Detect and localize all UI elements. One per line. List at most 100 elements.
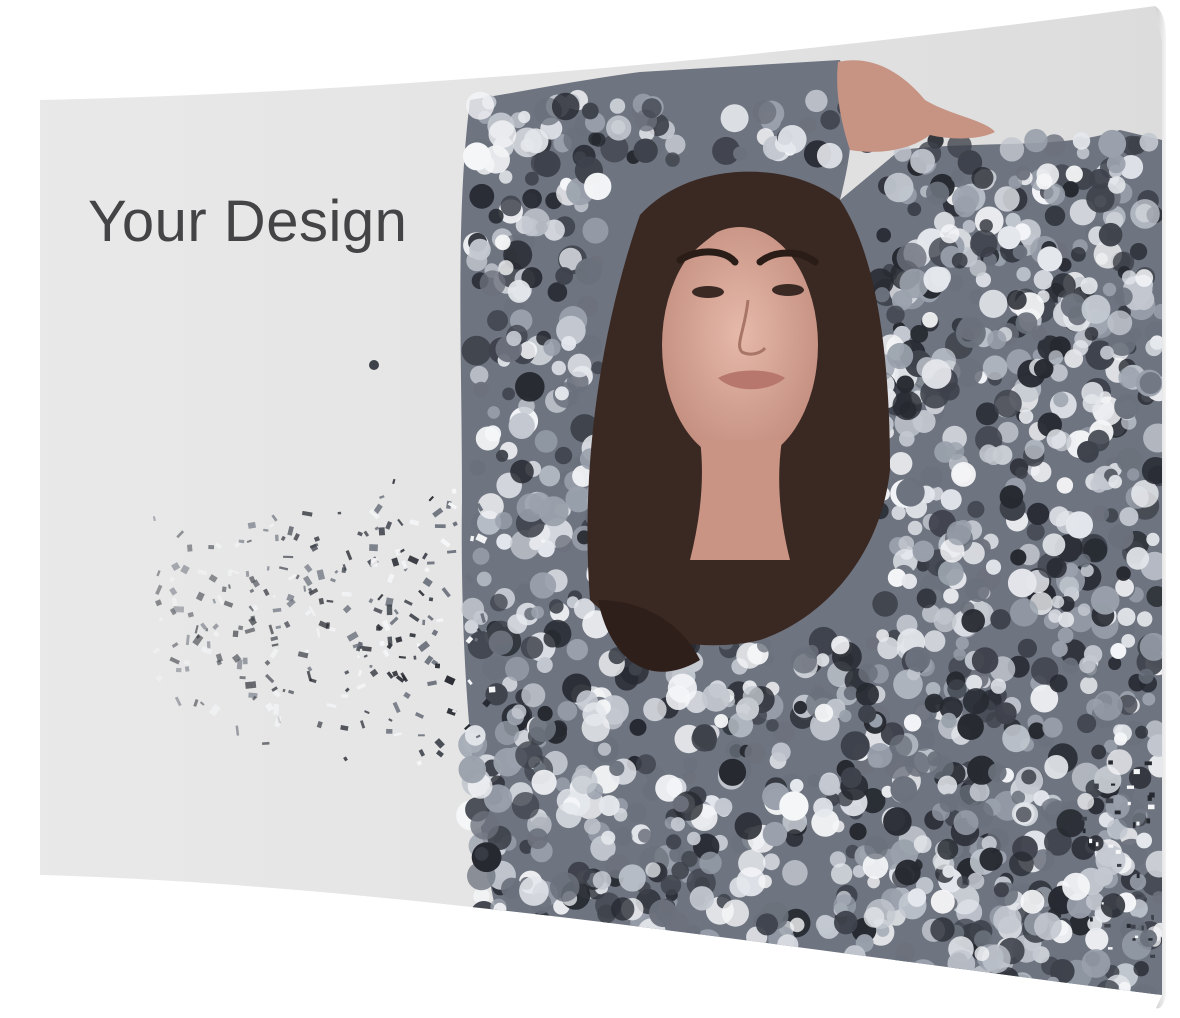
sequin: [1077, 713, 1097, 734]
sequin: [967, 872, 985, 890]
sequin: [1145, 850, 1162, 878]
sequin: [1072, 340, 1089, 356]
sequin: [758, 874, 772, 889]
confetti-piece: [417, 734, 425, 737]
sequin: [566, 638, 588, 661]
sequin: [763, 853, 780, 871]
sequin: [891, 970, 905, 984]
sequin: [831, 863, 853, 885]
sequin: [930, 917, 955, 942]
sequin: [525, 171, 539, 186]
sequin: [482, 655, 507, 681]
sequin: [905, 646, 931, 672]
sequin: [818, 774, 841, 796]
sequin: [524, 937, 548, 960]
sequin: [1015, 466, 1028, 479]
sequin: [519, 876, 549, 906]
sequin: [923, 978, 945, 995]
sequin: [1077, 553, 1091, 568]
confetti-piece: [436, 618, 444, 622]
sequin: [1018, 409, 1034, 424]
sequin: [971, 647, 999, 674]
sequin: [561, 336, 577, 351]
sequin: [1071, 247, 1086, 262]
sequin: [539, 922, 559, 942]
sequin: [1145, 338, 1162, 357]
sequin: [554, 446, 573, 465]
sequin: [1065, 511, 1094, 539]
confetti-piece: [1101, 902, 1104, 905]
confetti-piece: [386, 604, 393, 616]
sequin: [592, 871, 612, 890]
sequin: [487, 310, 509, 331]
sequin: [1016, 267, 1031, 282]
confetti-piece: [1135, 935, 1139, 939]
sequin: [962, 688, 990, 715]
sequin: [889, 734, 913, 758]
sequin: [1024, 439, 1045, 460]
confetti-piece: [341, 567, 347, 574]
sequin: [1077, 603, 1091, 616]
confetti-piece: [1131, 924, 1136, 929]
sequin: [665, 134, 686, 155]
sequin: [1153, 303, 1162, 320]
banner-surface: [40, 6, 1162, 995]
sequin: [511, 792, 540, 820]
sequin: [493, 902, 507, 916]
sequin: [844, 958, 874, 988]
sequin: [531, 769, 557, 795]
confetti-piece: [1126, 785, 1134, 789]
sequin: [1059, 576, 1079, 596]
sequin: [1007, 985, 1034, 995]
sequin: [529, 572, 557, 599]
sequin: [901, 982, 920, 995]
sequin: [521, 208, 550, 237]
sequin: [855, 682, 880, 707]
sequin: [555, 534, 573, 553]
sequin: [582, 217, 609, 244]
confetti-piece: [413, 655, 417, 660]
sequin: [501, 877, 523, 899]
sequin: [852, 979, 877, 995]
sequin: [953, 810, 979, 836]
sequin: [508, 412, 535, 439]
sequin: [899, 431, 915, 447]
confetti-piece: [205, 628, 209, 632]
sequin: [994, 186, 1020, 212]
confetti-piece: [184, 666, 190, 672]
sequin: [941, 712, 957, 729]
sequin: [523, 128, 549, 154]
sequin: [947, 679, 967, 699]
sequin: [1126, 547, 1150, 570]
sequin: [988, 763, 1007, 782]
sequin: [701, 683, 731, 712]
sequin: [469, 459, 486, 476]
sequin: [894, 859, 921, 886]
sequin: [933, 609, 957, 633]
confetti-piece: [208, 545, 215, 550]
confetti-piece: [232, 630, 239, 638]
sequin: [908, 959, 938, 989]
sequin: [839, 709, 852, 723]
confetti-piece: [341, 591, 352, 597]
sequin: [840, 767, 862, 789]
sequin: [843, 945, 866, 968]
sequin: [896, 242, 927, 273]
sequin: [913, 835, 932, 854]
sequin: [641, 98, 662, 119]
confetti-piece: [1114, 810, 1121, 815]
sequin: [527, 828, 549, 849]
sequin: [515, 741, 543, 769]
sequin: [1016, 166, 1031, 181]
sequin: [757, 638, 772, 653]
sequin: [495, 512, 513, 530]
confetti-piece: [1151, 914, 1154, 919]
sequin: [522, 189, 542, 209]
sequin: [504, 656, 530, 682]
sequin: [660, 874, 682, 896]
sequin: [744, 742, 766, 764]
sequin: [534, 920, 563, 948]
sequin: [813, 797, 833, 818]
confetti-piece: [1081, 816, 1087, 821]
sequin: [1117, 607, 1136, 627]
